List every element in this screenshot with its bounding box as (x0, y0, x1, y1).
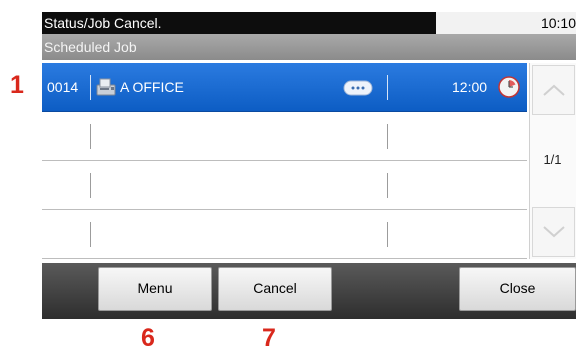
column-divider (90, 75, 91, 100)
screen-title: Status/Job Cancel. (44, 15, 162, 31)
status-bar: Status/Job Cancel. 10:10 (42, 12, 576, 34)
chevron-up-icon (543, 84, 565, 96)
subheader-title: Scheduled Job (44, 39, 137, 55)
callout-6: 6 (141, 324, 155, 352)
scroll-panel: 1/1 (529, 63, 576, 259)
column-divider (387, 173, 388, 198)
job-row[interactable] (42, 210, 527, 259)
clock-time: 10:10 (540, 15, 576, 31)
callout-7: 7 (262, 324, 276, 352)
job-id: 0014 (47, 79, 79, 95)
job-row[interactable] (42, 112, 527, 161)
scroll-down-button[interactable] (532, 207, 575, 257)
detail-icon[interactable] (343, 80, 373, 101)
subheader: Scheduled Job (42, 34, 576, 60)
column-divider (387, 222, 388, 247)
column-divider (90, 173, 91, 198)
fax-icon (95, 77, 117, 102)
chevron-down-icon (543, 226, 565, 238)
column-divider (90, 124, 91, 149)
scroll-up-button[interactable] (532, 65, 575, 115)
cancel-button[interactable]: Cancel (218, 267, 332, 311)
job-time: 12:00 (452, 79, 488, 95)
bottom-toolbar: Menu Cancel Close (42, 263, 576, 319)
menu-button[interactable]: Menu (98, 267, 212, 311)
page-indicator: 1/1 (543, 152, 562, 167)
callout-1: 1 (10, 71, 24, 99)
column-divider (90, 222, 91, 247)
job-row[interactable]: 0014 A OFFICE 12:00 (42, 63, 527, 112)
column-divider (387, 124, 388, 149)
column-divider (387, 75, 388, 100)
close-button[interactable]: Close (459, 267, 576, 311)
job-list: 0014 A OFFICE 12:00 (42, 63, 527, 259)
clock-icon (498, 76, 520, 103)
job-name: A OFFICE (120, 79, 184, 95)
job-row[interactable] (42, 161, 527, 210)
